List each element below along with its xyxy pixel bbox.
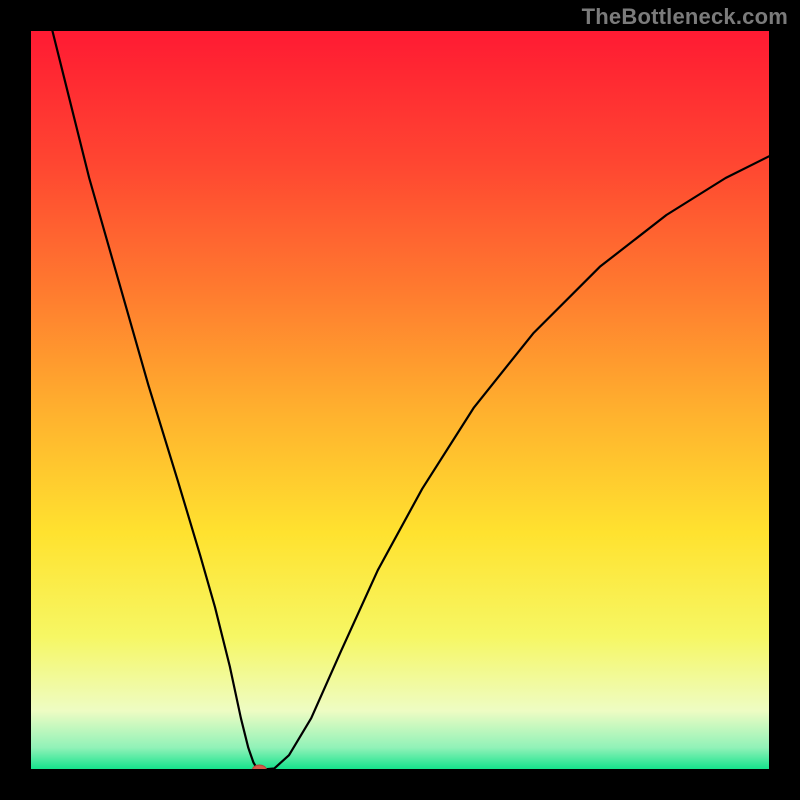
watermark-text: TheBottleneck.com: [582, 4, 788, 30]
bottleneck-chart: [0, 0, 800, 800]
plot-background: [30, 30, 770, 770]
chart-frame: TheBottleneck.com: [0, 0, 800, 800]
